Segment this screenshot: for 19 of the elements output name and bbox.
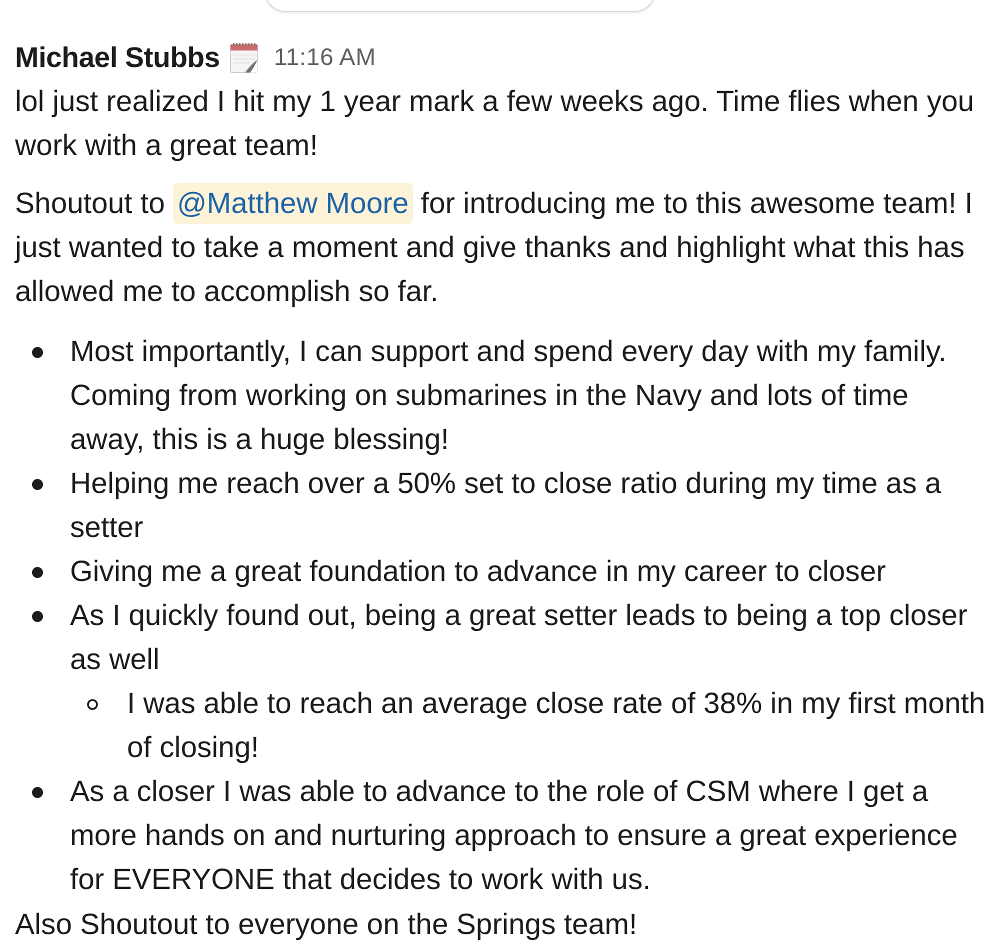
mention-link[interactable]: @Matthew Moore [173,183,413,224]
bullet-icon [32,610,43,622]
message-paragraph: lol just realized I hit my 1 year mark a few weeks ago. Time flies when you work with a great team! [15,84,976,164]
calendar-icon [230,43,258,73]
list-item-text: Most importantly, I can support and spend every day with my family. Coming from working on submarines in the Navy and lots of time away, this is a huge blessing! [70,334,948,458]
bullet-icon [32,478,43,490]
bullet-icon [87,698,98,710]
message-paragraph: Shoutout to @Matthew Moore for introducing me to this awesome team! I just wanted to take a moment and give thanks and highlight what this has allowed me to accomplish so far. [15,182,994,314]
list-item-text: I was able to reach an average close rate of 38% in my first month of closing! [127,686,986,766]
bullet-icon [32,786,43,798]
list-item-text: Giving me a great foundation to advance in my career to closer [70,554,887,590]
bullet-icon [32,346,43,358]
list-item-text: As I quickly found out, being a great setter leads to being a top closer as well [70,598,968,678]
list-item-text: As a closer I was able to advance to the role of CSM where I get a more hands on and nurturing approach to ensure a great experience for EVERYONE that decides to work with us. [70,774,959,898]
bullet-icon [32,566,43,578]
list-item-text: Helping me reach over a 50% set to close ratio during my time as a setter [70,466,942,546]
message-paragraph: Also Shoutout to everyone on the Springs team! [15,908,638,942]
message-time[interactable]: 11:16 AM [274,40,376,76]
author-name[interactable]: Michael Stubbs [15,36,220,80]
